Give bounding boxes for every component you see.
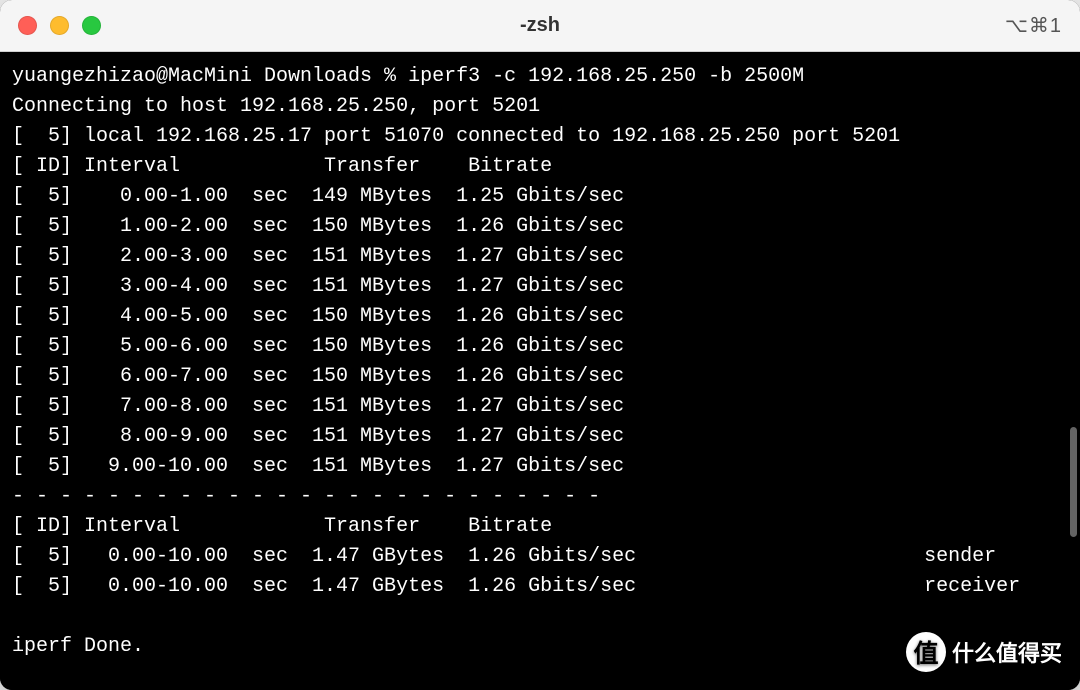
watermark: 值 什么值得买: [906, 632, 1062, 672]
minimize-button[interactable]: [50, 16, 69, 35]
titlebar[interactable]: -zsh ⌥⌘1: [0, 0, 1080, 52]
close-button[interactable]: [18, 16, 37, 35]
window-title: -zsh: [520, 14, 560, 37]
keyboard-shortcut: ⌥⌘1: [1005, 13, 1062, 38]
traffic-lights: [18, 16, 101, 35]
terminal-content[interactable]: yuangezhizao@MacMini Downloads % iperf3 …: [0, 52, 1080, 690]
watermark-icon: 值: [906, 632, 946, 672]
watermark-text: 什么值得买: [952, 636, 1062, 668]
maximize-button[interactable]: [82, 16, 101, 35]
terminal-output: yuangezhizao@MacMini Downloads % iperf3 …: [12, 62, 1068, 662]
terminal-window: -zsh ⌥⌘1 yuangezhizao@MacMini Downloads …: [0, 0, 1080, 690]
scrollbar[interactable]: [1070, 427, 1077, 537]
